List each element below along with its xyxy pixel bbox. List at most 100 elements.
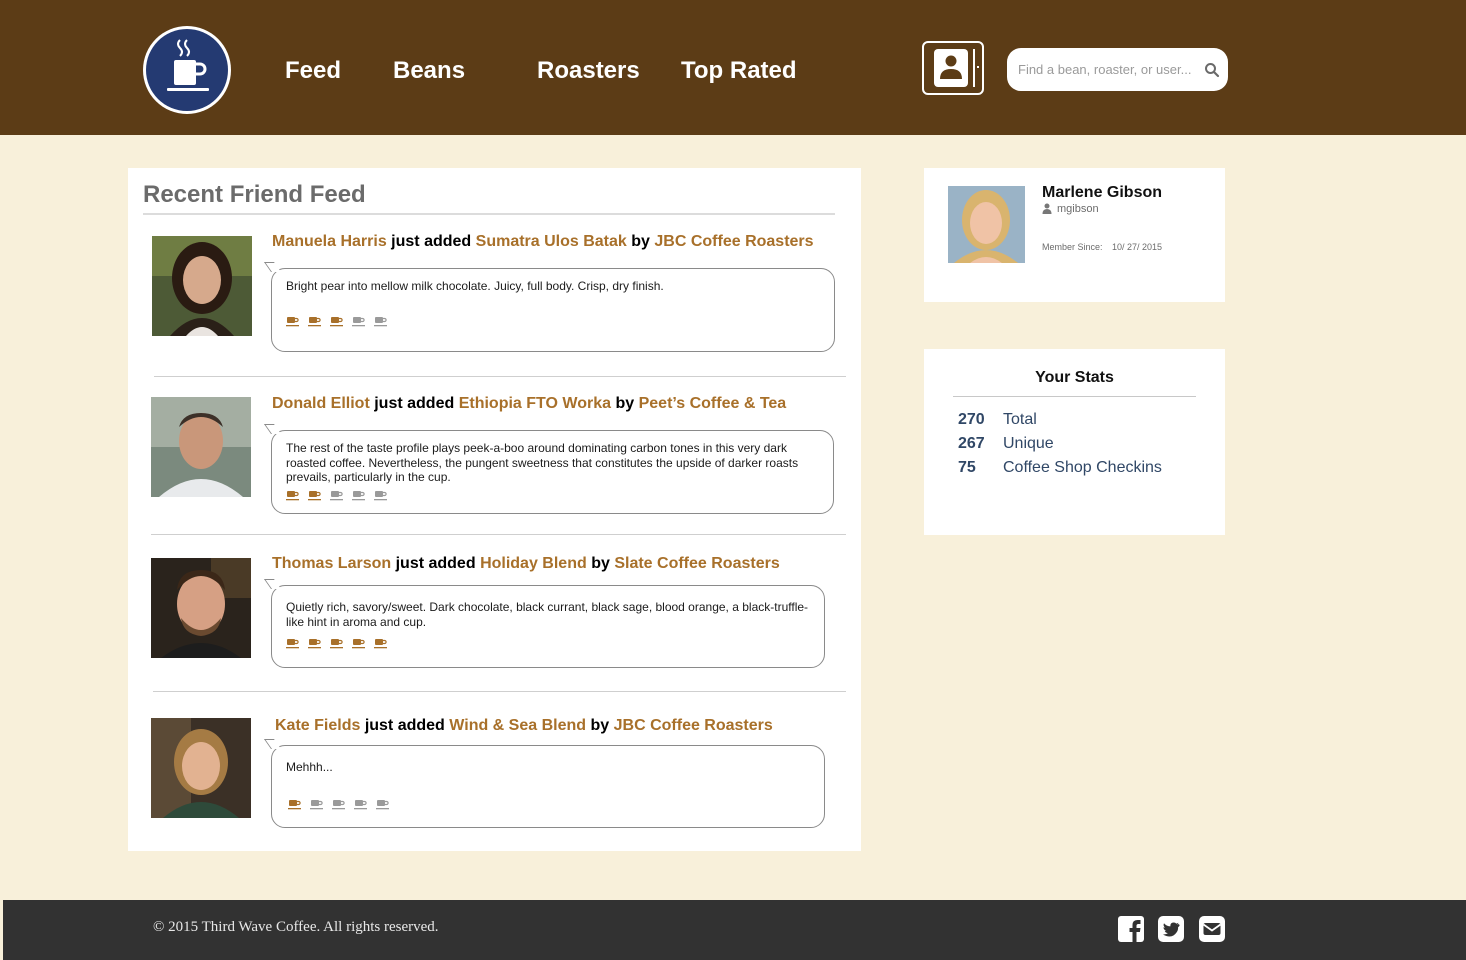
entry-divider [153,691,846,692]
copyright-text: © 2015 Third Wave Coffee. All rights res… [153,919,439,935]
coffee-cup-filled-icon [374,639,387,649]
coffee-cup-filled-icon [352,639,365,649]
bubble-tail [263,739,281,749]
nav-feed[interactable]: Feed [285,56,341,86]
feed-entry-headline: Manuela Harris just added Sumatra Ulos B… [272,232,814,252]
action-text: just added [391,233,472,250]
review-text: Bright pear into mellow milk chocolate. … [286,279,664,293]
bean-link[interactable]: Ethiopia FTO Worka [459,395,611,412]
facebook-icon[interactable] [1117,915,1145,943]
user-profile-icon [934,49,979,87]
profile-card: Marlene Gibson mgibson Member Since: 10/… [924,168,1225,302]
feed-entry-headline: Thomas Larson just added Holiday Blend b… [272,554,780,574]
review-text: Mehhh... [286,760,333,774]
profile-username: mgibson [1057,203,1099,215]
nav-beans[interactable]: Beans [393,56,465,86]
roaster-link[interactable]: Slate Coffee Roasters [614,555,779,572]
coffee-cup-filled-icon [330,639,343,649]
member-since-label: Member Since: [1042,242,1103,252]
profile-name: Marlene Gibson [1042,184,1163,201]
bubble-tail [263,579,281,589]
coffee-cup-empty-icon [374,491,387,501]
cup-rating [286,489,406,501]
stat-total-label[interactable]: Total [1003,411,1037,429]
nav-roasters[interactable]: Roasters [537,56,640,86]
stats-title: Your Stats [1035,369,1114,386]
by-text: by [631,233,650,250]
avatar-manuela-harris[interactable] [152,236,252,336]
by-text: by [590,717,610,734]
coffee-cup-empty-icon [352,317,365,327]
review-bubble: Mehhh... [263,739,825,828]
search-icon[interactable] [1203,61,1221,79]
stat-total-value: 270 [958,411,985,428]
review-bubble: Quietly rich, savory/sweet. Dark chocola… [263,579,825,668]
profile-avatar[interactable] [948,186,1025,263]
user-link[interactable]: Thomas Larson [272,555,391,572]
user-icon [1042,203,1052,214]
bean-link[interactable]: Wind & Sea Blend [449,717,586,734]
stat-unique-value: 267 [958,435,985,452]
coffee-cup-logo-icon [167,39,209,91]
user-link[interactable]: Kate Fields [275,717,360,734]
by-text: by [591,555,610,572]
cup-rating [286,637,406,649]
coffee-cup-empty-icon [376,800,389,810]
stat-unique-label[interactable]: Unique [1003,435,1054,453]
feed-entry-headline: Donald Elliot just added Ethiopia FTO Wo… [272,394,786,414]
avatar-donald-elliot[interactable] [151,397,251,497]
feed-title: Recent Friend Feed [143,181,366,208]
search-input[interactable] [1018,58,1198,80]
user-link[interactable]: Manuela Harris [272,233,387,250]
bean-link[interactable]: Holiday Blend [480,555,587,572]
twitter-icon[interactable] [1157,915,1185,943]
coffee-cup-empty-icon [332,800,345,810]
divider [953,396,1196,397]
cup-rating [288,798,408,810]
coffee-cup-empty-icon [352,491,365,501]
by-text: by [615,395,635,412]
profile-button[interactable] [922,41,984,95]
roaster-link[interactable]: JBC Coffee Roasters [614,717,773,734]
search-box [1007,48,1228,91]
review-bubble: The rest of the taste profile plays peek… [263,424,834,514]
coffee-cup-empty-icon [354,800,367,810]
review-bubble: Bright pear into mellow milk chocolate. … [263,262,835,352]
coffee-cup-filled-icon [286,317,299,327]
avatar-thomas-larson[interactable] [151,558,251,658]
review-text: The rest of the taste profile plays peek… [286,441,799,484]
email-icon[interactable] [1198,915,1226,943]
coffee-cup-filled-icon [308,639,321,649]
review-text: Quietly rich, savory/sweet. Dark chocola… [286,600,809,629]
stats-card: Your Stats 270 Total 267 Unique 75 Coffe… [924,349,1225,535]
coffee-cup-empty-icon [330,491,343,501]
roaster-link[interactable]: Peet’s Coffee & Tea [639,395,787,412]
coffee-cup-empty-icon [374,317,387,327]
avatar-kate-fields[interactable] [151,718,251,818]
action-text: just added [374,395,455,412]
roaster-link[interactable]: JBC Coffee Roasters [654,233,813,250]
coffee-cup-filled-icon [330,317,343,327]
coffee-cup-filled-icon [288,800,301,810]
coffee-logo[interactable] [143,26,231,114]
coffee-cup-empty-icon [310,800,323,810]
entry-divider [154,376,846,377]
coffee-cup-filled-icon [308,491,321,501]
bean-link[interactable]: Sumatra Ulos Batak [476,233,627,250]
coffee-cup-filled-icon [286,491,299,501]
action-text: just added [395,555,476,572]
stat-checkins-label[interactable]: Coffee Shop Checkins [1003,459,1162,477]
friend-feed-panel: Recent Friend Feed Manuela Harris just a… [128,168,861,851]
nav-top-rated[interactable]: Top Rated [681,56,797,86]
entry-divider [151,534,846,535]
cup-rating [286,315,406,327]
user-link[interactable]: Donald Elliot [272,395,370,412]
stat-checkins-value: 75 [958,459,976,476]
site-header: Feed Beans Roasters Top Rated [0,0,1466,135]
action-text: just added [364,717,445,734]
bubble-tail [263,424,281,434]
coffee-cup-filled-icon [308,317,321,327]
member-since-date: 10/ 27/ 2015 [1112,242,1163,252]
bubble-tail [263,262,281,272]
divider [143,213,835,215]
